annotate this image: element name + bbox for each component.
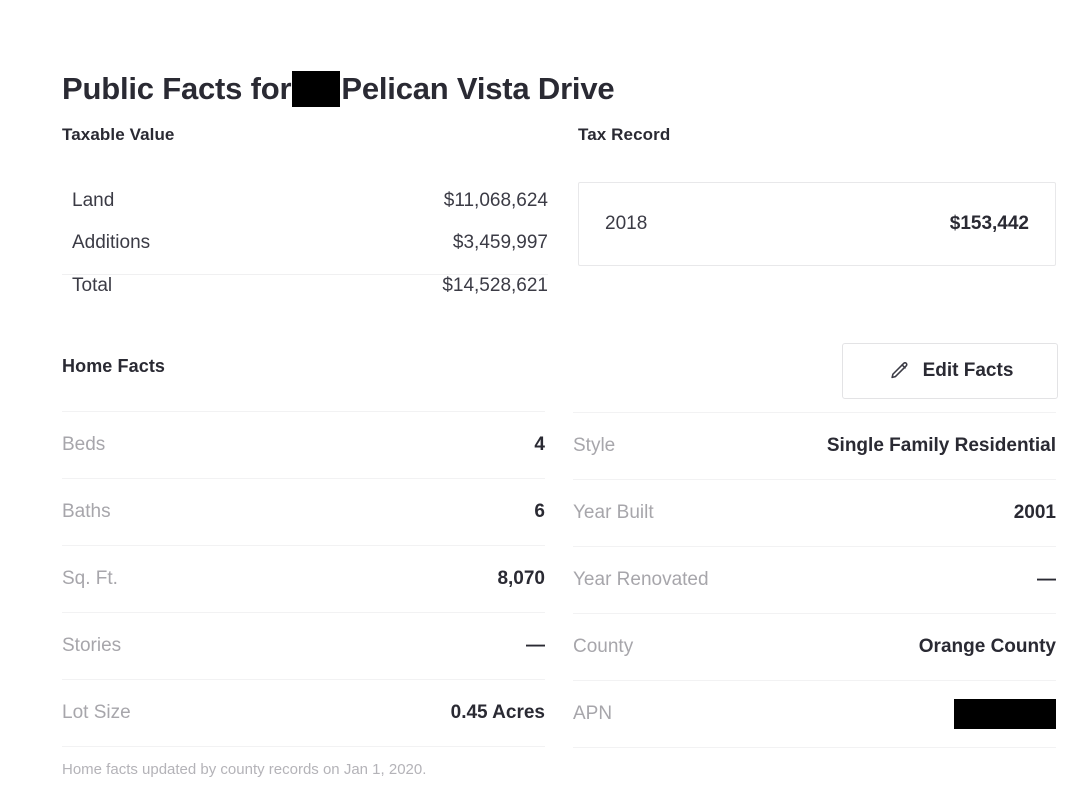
home-facts-right-column: Style Single Family Residential Year Bui…	[573, 412, 1056, 748]
fact-label-county: County	[573, 636, 634, 657]
fact-row-sqft: Sq. Ft. 8,070	[62, 545, 545, 612]
fact-row-lot-size: Lot Size 0.45 Acres	[62, 679, 545, 747]
taxable-label-land: Land	[72, 190, 115, 211]
page-title-suffix: Pelican Vista Drive	[341, 70, 615, 106]
taxable-value-heading: Taxable Value	[62, 125, 175, 144]
fact-label-beds: Beds	[62, 434, 106, 455]
fact-label-year-built: Year Built	[573, 502, 654, 523]
taxable-value-land: $11,068,624	[443, 190, 548, 211]
apn-redaction-block	[954, 699, 1056, 729]
fact-label-stories: Stories	[62, 635, 122, 656]
edit-facts-label: Edit Facts	[922, 360, 1014, 381]
fact-value-county: Orange County	[918, 636, 1056, 657]
fact-value-year-renovated: —	[1037, 569, 1056, 590]
fact-value-stories: —	[526, 635, 545, 656]
address-redaction-block	[292, 70, 341, 107]
public-facts-page: Public Facts for Pelican Vista Drive Tax…	[0, 0, 1080, 805]
fact-row-apn: APN	[573, 680, 1056, 748]
fact-row-year-renovated: Year Renovated —	[573, 546, 1056, 613]
fact-label-apn: APN	[573, 703, 613, 724]
fact-label-style: Style	[573, 435, 616, 456]
taxable-row-total: Total $14,528,621	[62, 274, 548, 317]
taxable-value-total: $14,528,621	[442, 275, 548, 296]
fact-row-beds: Beds 4	[62, 411, 545, 478]
fact-label-sqft: Sq. Ft.	[62, 568, 118, 589]
fact-row-style: Style Single Family Residential	[573, 412, 1056, 479]
fact-row-baths: Baths 6	[62, 478, 545, 545]
taxable-row-additions: Additions $3,459,997	[62, 232, 548, 274]
home-facts-heading: Home Facts	[62, 356, 166, 376]
fact-label-lot-size: Lot Size	[62, 702, 131, 723]
taxable-value-additions: $3,459,997	[452, 232, 548, 253]
fact-value-beds: 4	[534, 434, 545, 455]
tax-record-card[interactable]: 2018 $153,442	[578, 182, 1056, 266]
page-title: Public Facts for Pelican Vista Drive	[62, 69, 615, 109]
fact-row-stories: Stories —	[62, 612, 545, 679]
taxable-label-additions: Additions	[72, 232, 151, 253]
home-facts-left-column: Beds 4 Baths 6 Sq. Ft. 8,070 Stories — L…	[62, 411, 545, 747]
page-title-prefix: Public Facts for	[62, 70, 292, 106]
fact-value-baths: 6	[534, 501, 545, 522]
edit-facts-button[interactable]: Edit Facts	[842, 343, 1058, 399]
fact-row-year-built: Year Built 2001	[573, 479, 1056, 546]
home-facts-updated-note: Home facts updated by county records on …	[62, 761, 427, 778]
fact-label-baths: Baths	[62, 501, 111, 522]
fact-value-sqft: 8,070	[497, 568, 545, 589]
taxable-row-land: Land $11,068,624	[62, 190, 548, 232]
pencil-icon	[887, 359, 911, 383]
fact-value-year-built: 2001	[1013, 502, 1056, 523]
tax-record-year: 2018	[605, 213, 648, 234]
taxable-label-total: Total	[72, 275, 113, 296]
fact-value-lot-size: 0.45 Acres	[450, 702, 545, 723]
fact-value-style: Single Family Residential	[826, 435, 1056, 456]
tax-record-amount: $153,442	[949, 213, 1029, 234]
tax-record-heading: Tax Record	[578, 125, 671, 144]
taxable-value-table: Land $11,068,624 Additions $3,459,997 To…	[62, 190, 548, 317]
fact-label-year-renovated: Year Renovated	[573, 569, 709, 590]
fact-row-county: County Orange County	[573, 613, 1056, 680]
